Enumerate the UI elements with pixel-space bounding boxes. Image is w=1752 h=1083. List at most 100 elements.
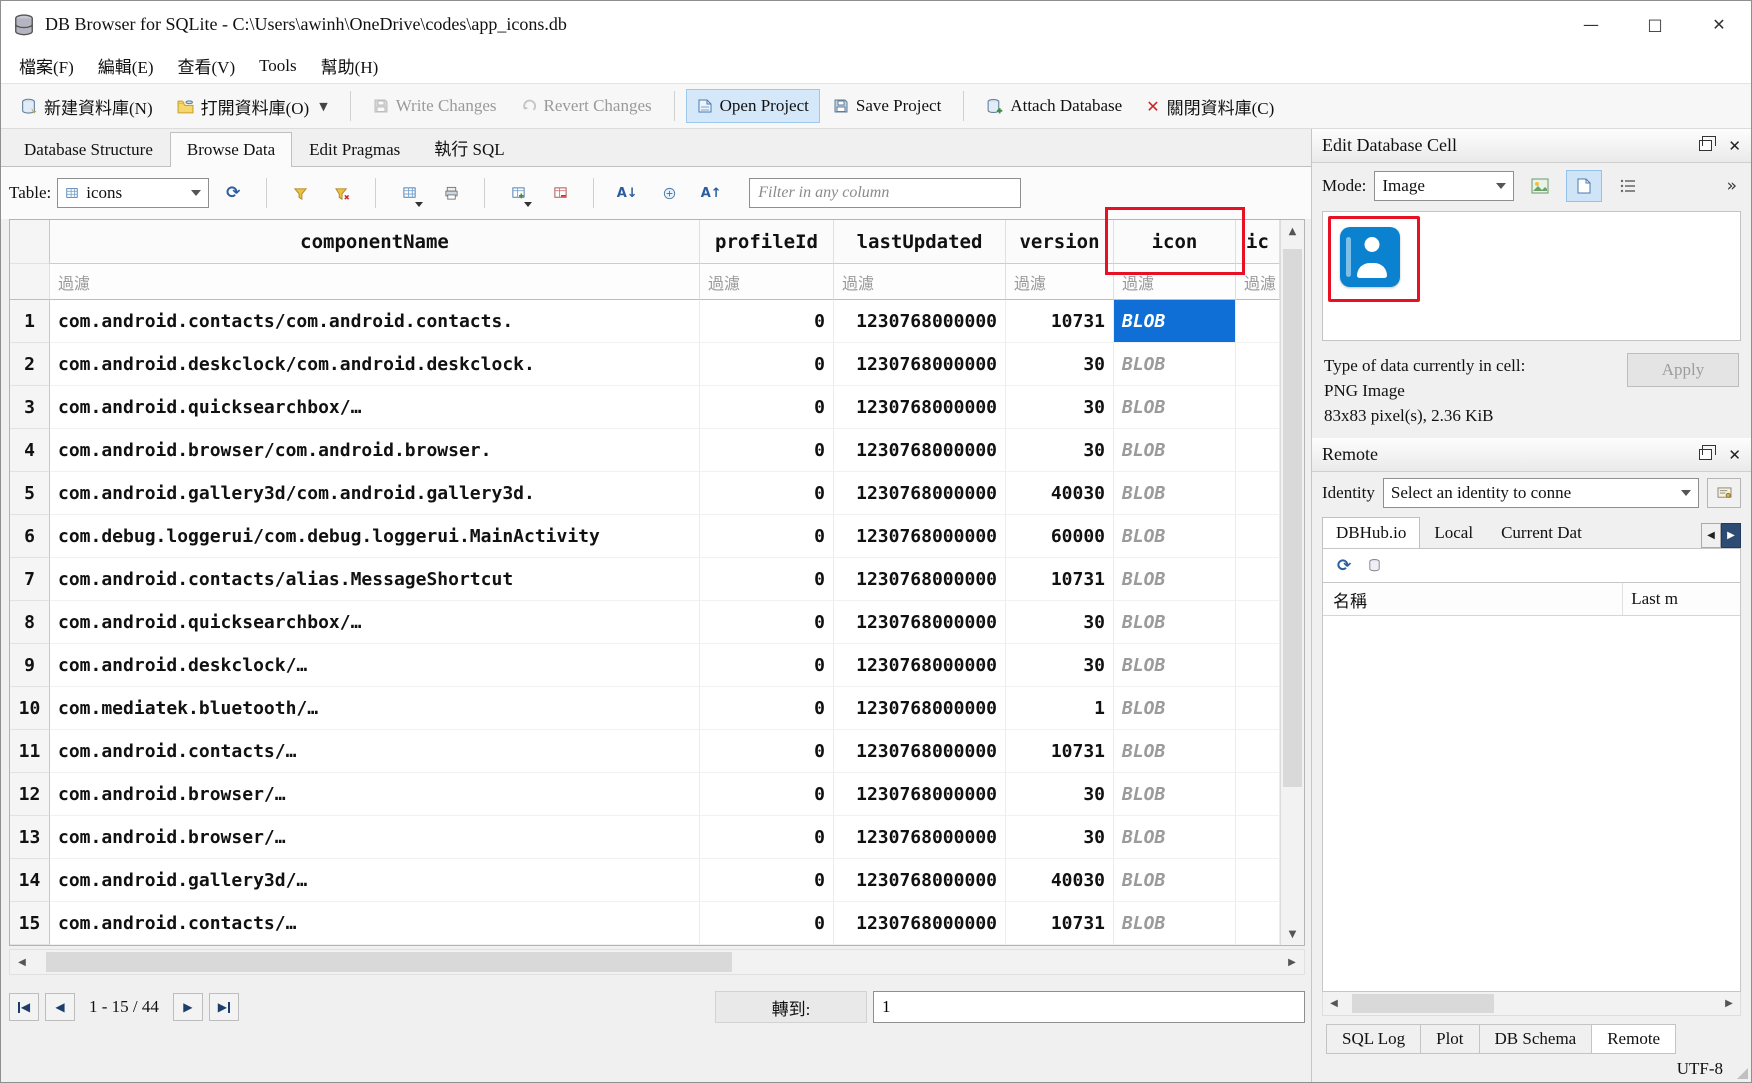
grid-cell-version[interactable]: 30: [1006, 343, 1114, 386]
new-database-button[interactable]: 新建資料庫(N): [9, 87, 164, 126]
table-row[interactable]: 12com.android.browser/…0123076800000030B…: [10, 773, 1280, 816]
grid-cell-componentName[interactable]: com.android.contacts/…: [50, 730, 700, 773]
grid-cell-cut[interactable]: [1236, 644, 1280, 687]
delete-record-button[interactable]: [542, 176, 578, 210]
column-header-profileId[interactable]: profileId: [700, 220, 834, 264]
menu-view[interactable]: 查看(V): [166, 49, 248, 82]
float-panel-icon[interactable]: [1699, 449, 1712, 460]
grid-cell-lastUpdated[interactable]: 1230768000000: [834, 644, 1006, 687]
grid-cell-icon[interactable]: BLOB: [1114, 687, 1236, 730]
table-row[interactable]: 5com.android.gallery3d/com.android.galle…: [10, 472, 1280, 515]
grid-cell-profileId[interactable]: 0: [700, 644, 834, 687]
grid-cell-version[interactable]: 10731: [1006, 558, 1114, 601]
close-database-button[interactable]: ✕ 關閉資料庫(C): [1135, 87, 1285, 126]
table-row[interactable]: 4com.android.browser/com.android.browser…: [10, 429, 1280, 472]
table-row[interactable]: 13com.android.browser/…0123076800000030B…: [10, 816, 1280, 859]
filter-version[interactable]: 過濾: [1006, 264, 1114, 300]
filter-componentName[interactable]: 過濾: [50, 264, 700, 300]
grid-cell-componentName[interactable]: com.android.contacts/…: [50, 902, 700, 945]
grid-cell-profileId[interactable]: 0: [700, 515, 834, 558]
table-row[interactable]: 9com.android.deskclock/…0123076800000030…: [10, 644, 1280, 687]
row-number[interactable]: 10: [10, 687, 50, 730]
sort-asc-button[interactable]: A↓: [609, 176, 645, 210]
new-record-button[interactable]: [500, 176, 536, 210]
table-row[interactable]: 10com.mediatek.bluetooth/…01230768000000…: [10, 687, 1280, 730]
tab-scroll-left-icon[interactable]: ◀: [1701, 523, 1721, 548]
vertical-scrollbar-thumb[interactable]: [1283, 249, 1302, 787]
grid-cell-icon[interactable]: BLOB: [1114, 601, 1236, 644]
grid-cell-cut[interactable]: [1236, 558, 1280, 601]
column-header-componentName[interactable]: componentName: [50, 220, 700, 264]
last-page-button[interactable]: ▶: [209, 993, 239, 1021]
grid-cell-profileId[interactable]: 0: [700, 773, 834, 816]
minimize-button[interactable]: —: [1559, 1, 1623, 48]
grid-cell-lastUpdated[interactable]: 1230768000000: [834, 515, 1006, 558]
grid-cell-componentName[interactable]: com.android.quicksearchbox/…: [50, 386, 700, 429]
menu-file[interactable]: 檔案(F): [7, 49, 86, 82]
row-number[interactable]: 1: [10, 300, 50, 343]
grid-cell-lastUpdated[interactable]: 1230768000000: [834, 601, 1006, 644]
grid-cell-version[interactable]: 60000: [1006, 515, 1114, 558]
remote-refresh-icon[interactable]: ⟳: [1337, 556, 1351, 576]
table-row[interactable]: 11com.android.contacts/…0123076800000010…: [10, 730, 1280, 773]
grid-cell-componentName[interactable]: com.android.deskclock/…: [50, 644, 700, 687]
grid-cell-componentName[interactable]: com.android.contacts/alias.MessageShortc…: [50, 558, 700, 601]
grid-cell-lastUpdated[interactable]: 1230768000000: [834, 730, 1006, 773]
grid-cell-icon[interactable]: BLOB: [1114, 429, 1236, 472]
grid-cell-lastUpdated[interactable]: 1230768000000: [834, 816, 1006, 859]
table-select[interactable]: icons: [57, 178, 209, 208]
remote-clone-icon[interactable]: [1367, 558, 1382, 573]
row-number[interactable]: 3: [10, 386, 50, 429]
grid-cell-cut[interactable]: [1236, 773, 1280, 816]
grid-cell-version[interactable]: 40030: [1006, 859, 1114, 902]
row-number[interactable]: 2: [10, 343, 50, 386]
menu-help[interactable]: 幫助(H): [309, 49, 391, 82]
grid-cell-profileId[interactable]: 0: [700, 300, 834, 343]
grid-cell-icon[interactable]: BLOB: [1114, 386, 1236, 429]
grid-cell-cut[interactable]: [1236, 601, 1280, 644]
grid-cell-cut[interactable]: [1236, 343, 1280, 386]
table-row[interactable]: 14com.android.gallery3d/…012307680000004…: [10, 859, 1280, 902]
tab-execute-sql[interactable]: 執行 SQL: [417, 127, 521, 167]
grid-cell-icon[interactable]: BLOB: [1114, 902, 1236, 945]
grid-cell-profileId[interactable]: 0: [700, 429, 834, 472]
grid-cell-lastUpdated[interactable]: 1230768000000: [834, 300, 1006, 343]
grid-cell-version[interactable]: 10731: [1006, 300, 1114, 343]
dock-tab-sql-log[interactable]: SQL Log: [1326, 1024, 1421, 1054]
remote-scrollbar-thumb[interactable]: [1352, 994, 1494, 1013]
grid-cell-icon[interactable]: BLOB: [1114, 730, 1236, 773]
edit-cell-toggle-button[interactable]: [651, 176, 687, 210]
row-number[interactable]: 7: [10, 558, 50, 601]
close-panel-icon[interactable]: ✕: [1728, 446, 1741, 464]
grid-cell-version[interactable]: 30: [1006, 601, 1114, 644]
clear-filters-button[interactable]: [324, 176, 360, 210]
scroll-right-icon[interactable]: ▶: [1718, 992, 1740, 1015]
tab-edit-pragmas[interactable]: Edit Pragmas: [292, 132, 417, 167]
print-button[interactable]: [433, 176, 469, 210]
remote-name-header[interactable]: 名稱: [1323, 583, 1623, 615]
grid-cell-icon[interactable]: BLOB: [1114, 300, 1236, 343]
grid-cell-lastUpdated[interactable]: 1230768000000: [834, 558, 1006, 601]
remote-modified-header[interactable]: Last m: [1623, 583, 1740, 615]
remote-tab-current[interactable]: Current Dat: [1487, 517, 1596, 548]
grid-cell-icon[interactable]: BLOB: [1114, 816, 1236, 859]
close-panel-icon[interactable]: ✕: [1728, 137, 1741, 155]
encoding-selector[interactable]: UTF-8: [1677, 1059, 1723, 1079]
goto-input[interactable]: [873, 991, 1305, 1023]
remote-tab-dbhub[interactable]: DBHub.io: [1322, 517, 1420, 548]
mode-select[interactable]: Image: [1374, 171, 1514, 201]
grid-cell-componentName[interactable]: com.android.quicksearchbox/…: [50, 601, 700, 644]
remote-horizontal-scrollbar[interactable]: ◀ ▶: [1322, 992, 1741, 1016]
grid-cell-cut[interactable]: [1236, 300, 1280, 343]
tab-browse-data[interactable]: Browse Data: [170, 132, 292, 167]
row-number[interactable]: 4: [10, 429, 50, 472]
remote-tab-local[interactable]: Local: [1420, 517, 1487, 548]
list-view-button[interactable]: [1610, 170, 1646, 202]
grid-cell-icon[interactable]: BLOB: [1114, 859, 1236, 902]
float-panel-icon[interactable]: [1699, 140, 1712, 151]
grid-cell-cut[interactable]: [1236, 429, 1280, 472]
remote-table-body[interactable]: [1323, 616, 1740, 991]
grid-cell-lastUpdated[interactable]: 1230768000000: [834, 472, 1006, 515]
grid-cell-cut[interactable]: [1236, 816, 1280, 859]
grid-cell-icon[interactable]: BLOB: [1114, 515, 1236, 558]
